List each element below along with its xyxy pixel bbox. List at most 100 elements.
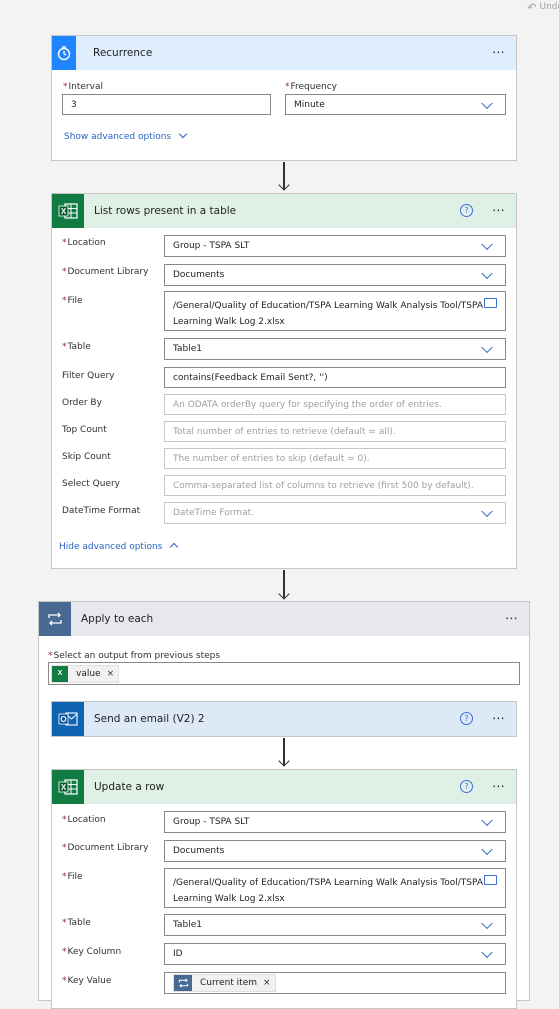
- value-token[interactable]: X value ×: [51, 664, 120, 683]
- order-by-label: Order By: [62, 398, 102, 408]
- document-library-dropdown[interactable]: Documents: [164, 264, 506, 286]
- folder-icon[interactable]: [484, 298, 497, 308]
- table-dropdown[interactable]: Table1: [164, 914, 506, 936]
- update-row-header[interactable]: X Update a row ? ⋯: [52, 770, 516, 804]
- undo-button[interactable]: ↶ Undo: [527, 0, 559, 14]
- excel-icon: X: [52, 665, 68, 682]
- svg-text:O: O: [60, 715, 66, 724]
- chevron-down-icon: [481, 843, 493, 856]
- filter-query-label: Filter Query: [62, 371, 115, 381]
- undo-label: Undo: [539, 2, 559, 12]
- more-options-icon[interactable]: ⋯: [492, 712, 506, 727]
- loop-icon: [174, 975, 192, 991]
- list-rows-header[interactable]: X List rows present in a table ? ⋯: [52, 194, 516, 228]
- more-options-icon[interactable]: ⋯: [492, 780, 506, 795]
- file-label: *File: [62, 872, 83, 882]
- location-label: *Location: [62, 238, 106, 248]
- more-options-icon[interactable]: ⋯: [492, 46, 506, 61]
- frequency-label: *Frequency: [285, 82, 337, 92]
- excel-icon: X: [52, 770, 84, 804]
- datetime-format-label: DateTime Format: [62, 506, 141, 516]
- top-bar: [0, 0, 559, 22]
- update-row-card: X Update a row ? ⋯ *Location Group - TSP…: [51, 769, 517, 1009]
- send-email-header[interactable]: O Send an email (V2) 2 ? ⋯: [52, 702, 516, 736]
- chevron-down-icon: [481, 238, 493, 251]
- token-label: value: [76, 668, 101, 679]
- file-path-line2: Learning Walk Log 2.xlsx: [173, 317, 285, 327]
- location-dropdown[interactable]: Group - TSPA SLT: [164, 811, 506, 833]
- file-label: *File: [62, 296, 83, 306]
- token-label: Current item: [200, 978, 257, 988]
- close-icon[interactable]: ×: [263, 978, 271, 988]
- outlook-icon: O: [52, 702, 84, 736]
- select-query-label: Select Query: [62, 479, 120, 489]
- skip-count-label: Skip Count: [62, 452, 111, 462]
- chevron-down-icon: [178, 129, 188, 139]
- file-picker[interactable]: /General/Quality of Education/TSPA Learn…: [164, 291, 506, 331]
- table-label: *Table: [62, 342, 91, 352]
- excel-icon: X: [52, 194, 84, 228]
- more-options-icon[interactable]: ⋯: [492, 204, 506, 219]
- flow-arrow-head: [278, 179, 290, 191]
- interval-label: *Interval: [63, 82, 103, 92]
- more-options-icon[interactable]: ⋯: [505, 612, 519, 627]
- select-query-input[interactable]: Comma-separated list of columns to retri…: [164, 475, 506, 496]
- document-library-dropdown[interactable]: Documents: [164, 840, 506, 862]
- key-value-input[interactable]: Current item ×: [164, 972, 506, 994]
- document-library-label: *Document Library: [62, 267, 149, 277]
- help-icon[interactable]: ?: [460, 780, 473, 793]
- hide-advanced-options-link[interactable]: Hide advanced options: [59, 542, 179, 552]
- chevron-down-icon: [481, 814, 493, 827]
- current-item-token[interactable]: Current item ×: [173, 974, 276, 992]
- key-column-dropdown[interactable]: ID: [164, 943, 506, 965]
- show-advanced-options-link[interactable]: Show advanced options: [64, 129, 188, 142]
- interval-input[interactable]: 3: [62, 94, 271, 115]
- location-dropdown[interactable]: Group - TSPA SLT: [164, 235, 506, 257]
- chevron-down-icon: [481, 267, 493, 280]
- order-by-input[interactable]: An ODATA orderBy query for specifying th…: [164, 394, 506, 415]
- select-output-label: *Select an output from previous steps: [48, 651, 221, 661]
- file-path-line1: /General/Quality of Education/TSPA Learn…: [173, 301, 484, 311]
- datetime-format-dropdown[interactable]: DateTime Format.: [164, 502, 506, 524]
- top-count-input[interactable]: Total number of entries to retrieve (def…: [164, 421, 506, 442]
- svg-text:X: X: [61, 207, 67, 216]
- undo-icon: ↶: [527, 0, 537, 14]
- chevron-up-icon: [169, 542, 179, 552]
- location-label: *Location: [62, 815, 106, 825]
- list-rows-title: List rows present in a table: [94, 205, 237, 217]
- apply-to-each-title: Apply to each: [81, 613, 154, 625]
- select-output-input[interactable]: X value ×: [48, 662, 520, 685]
- help-icon[interactable]: ?: [460, 712, 473, 725]
- filter-query-input[interactable]: contains(Feedback Email Sent?, ''): [164, 367, 506, 388]
- folder-icon[interactable]: [484, 875, 497, 885]
- recurrence-card: Recurrence ⋯ *Interval 3 *Frequency Minu…: [51, 35, 517, 161]
- file-path-line2: Learning Walk Log 2.xlsx: [173, 894, 285, 904]
- frequency-dropdown[interactable]: Minute: [285, 94, 506, 115]
- key-value-label: *Key Value: [62, 976, 112, 986]
- svg-text:X: X: [61, 783, 67, 792]
- chevron-down-icon: [481, 97, 493, 109]
- file-path-line1: /General/Quality of Education/TSPA Learn…: [173, 878, 484, 888]
- table-dropdown[interactable]: Table1: [164, 338, 506, 360]
- close-icon[interactable]: ×: [107, 669, 115, 679]
- chevron-down-icon: [481, 917, 493, 930]
- flow-arrow-head: [278, 588, 290, 600]
- send-email-title: Send an email (V2) 2: [94, 713, 205, 725]
- send-email-card[interactable]: O Send an email (V2) 2 ? ⋯: [51, 701, 517, 737]
- chevron-down-icon: [481, 341, 493, 354]
- skip-count-input[interactable]: The number of entries to skip (default =…: [164, 448, 506, 469]
- clock-icon: [52, 36, 76, 70]
- document-library-label: *Document Library: [62, 843, 149, 853]
- help-icon[interactable]: ?: [460, 204, 473, 217]
- update-row-title: Update a row: [94, 781, 165, 793]
- loop-icon: [39, 602, 71, 636]
- list-rows-card: X List rows present in a table ? ⋯ *Loca…: [51, 193, 517, 569]
- chevron-down-icon: [481, 505, 493, 518]
- top-count-label: Top Count: [62, 425, 107, 435]
- table-label: *Table: [62, 918, 91, 928]
- recurrence-title: Recurrence: [93, 47, 153, 59]
- file-picker[interactable]: /General/Quality of Education/TSPA Learn…: [164, 868, 506, 908]
- recurrence-header[interactable]: Recurrence ⋯: [52, 36, 516, 70]
- apply-to-each-header[interactable]: Apply to each ⋯: [39, 602, 529, 636]
- key-column-label: *Key Column: [62, 947, 122, 957]
